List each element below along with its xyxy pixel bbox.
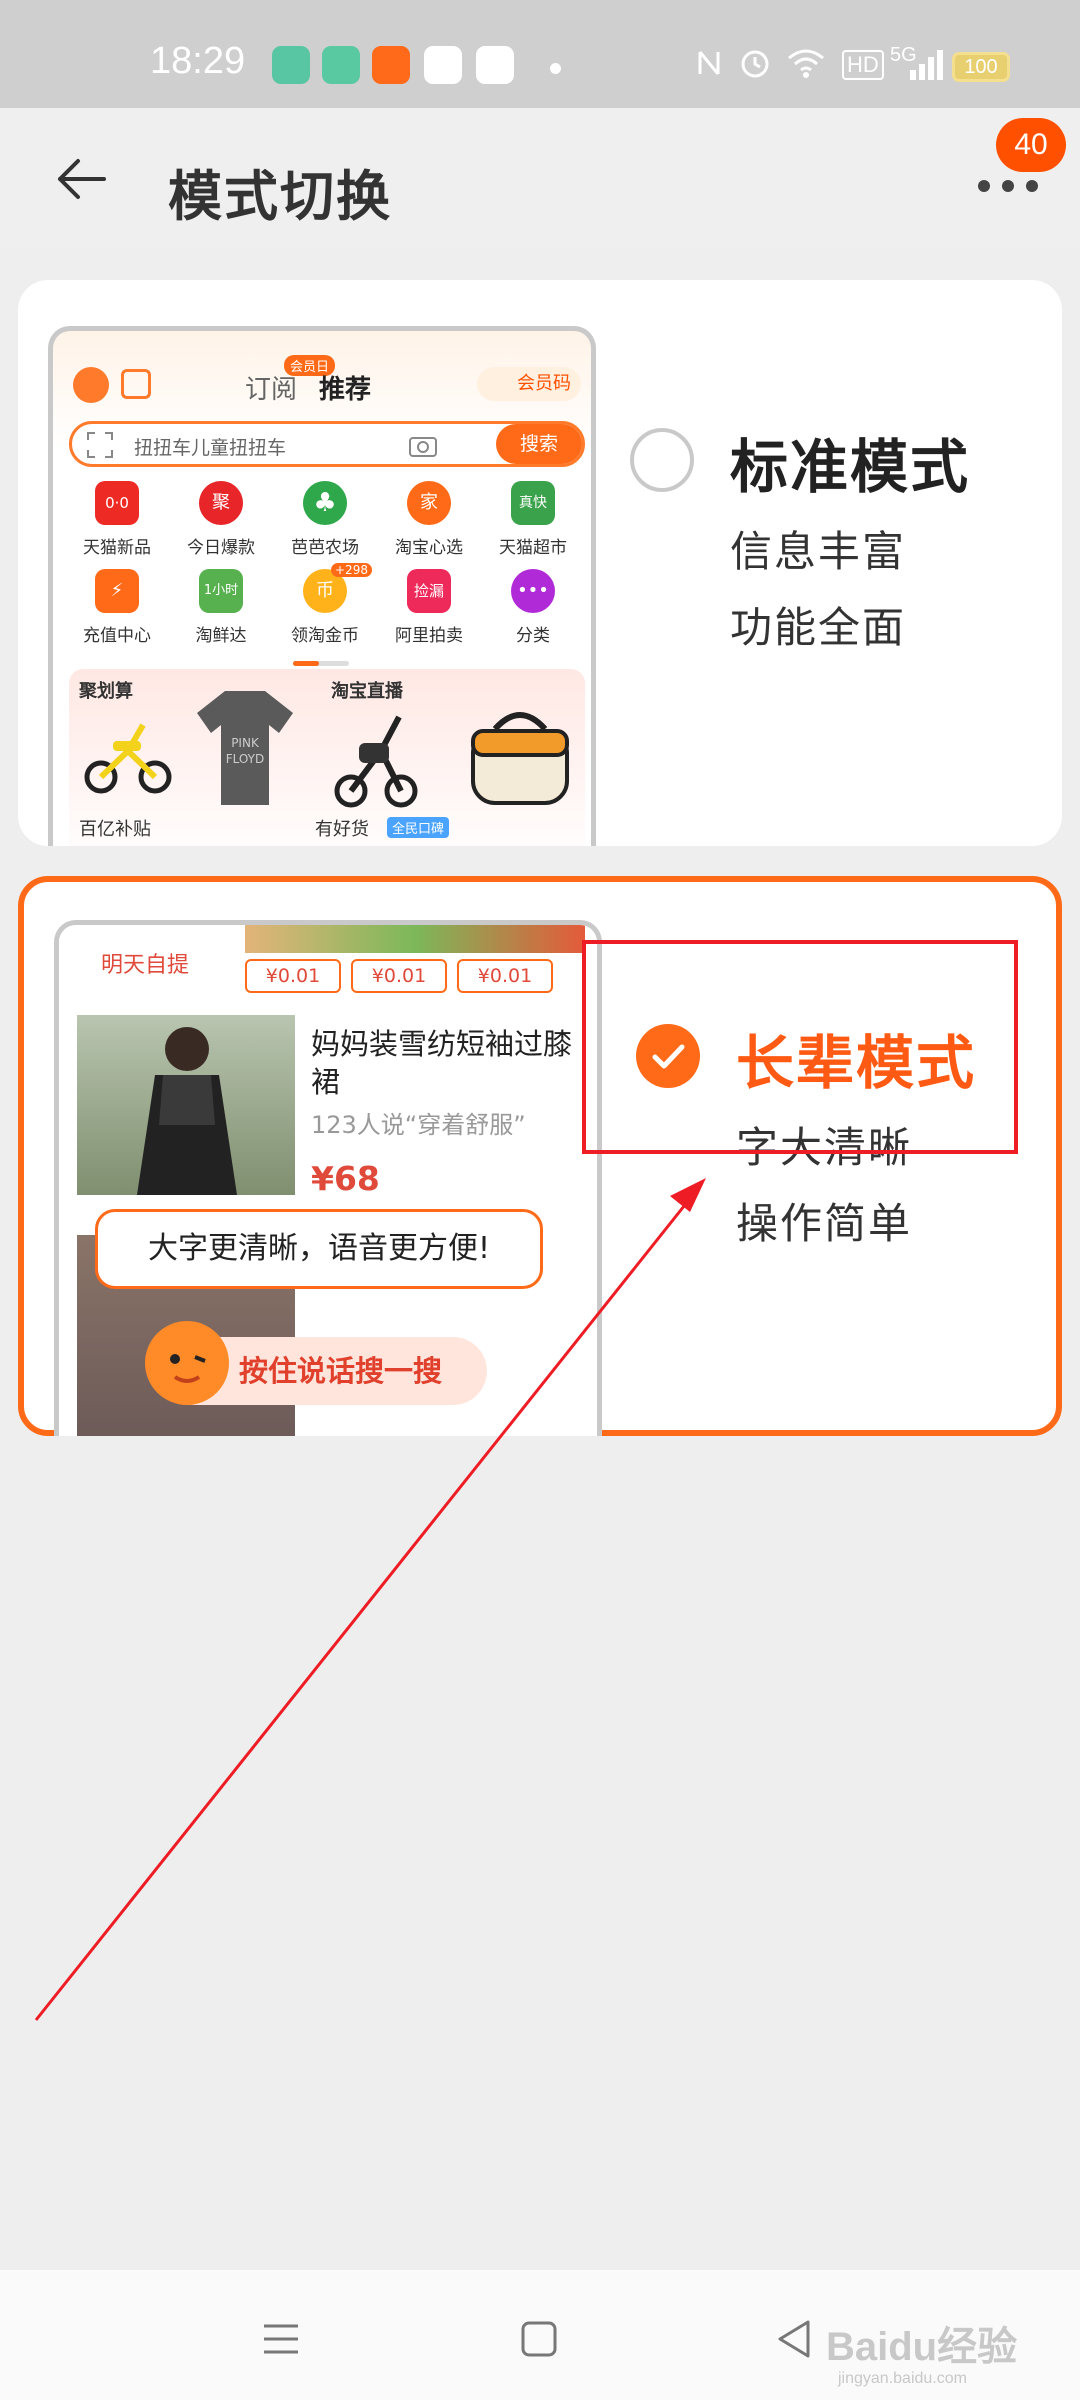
auction-icon: 捡漏 — [407, 569, 451, 613]
uc-browser-icon — [372, 46, 410, 84]
handbag-icon — [471, 712, 569, 805]
more-notifications-dot — [550, 63, 561, 74]
search-button: 搜索 — [496, 424, 582, 464]
standard-mode-radio[interactable] — [630, 428, 694, 492]
page-header: 模式切换 40 — [0, 108, 1080, 248]
preview-top-bar: 订阅 会员日 推荐 会员码 — [69, 355, 585, 411]
scan-icon — [87, 432, 113, 458]
preview-search-bar: 扭扭车儿童扭扭车 搜索 — [69, 421, 585, 467]
coin-bonus-badge: +298 — [331, 563, 372, 577]
elder-mode-preview: 明天自提 ¥0.01 ¥0.01 ¥0.01 妈妈装雪纺短袖过膝裙 123人说“… — [54, 920, 602, 1436]
search-placeholder: 扭扭车儿童扭扭车 — [134, 437, 287, 459]
product-price: ¥68 — [311, 1159, 380, 1198]
hd-label: HD — [842, 50, 884, 80]
share-icon — [121, 369, 151, 399]
annotation-highlight-box — [582, 940, 1018, 1154]
tricycle-icon — [84, 723, 172, 794]
speech-bubble: 大字更清晰，语音更方便! — [95, 1209, 543, 1289]
grid-page-indicator — [293, 661, 349, 666]
stroller-icon — [334, 715, 418, 808]
standard-mode-desc-1: 信息丰富 — [730, 527, 907, 576]
shortcut-item: 真快 天猫超市 — [481, 481, 585, 569]
price-tag: ¥0.01 — [245, 959, 341, 993]
status-time: 18:29 — [150, 40, 246, 82]
preview-feed: 聚划算 淘宝直播 PINK FLOYD 百亿补贴 有好货 全民口碑 — [69, 669, 585, 846]
battery-indicator: 100 — [952, 52, 1010, 82]
svg-text:FLOYD: FLOYD — [226, 752, 265, 766]
feed-good-goods: 有好货 — [315, 819, 369, 840]
dress-model-image — [137, 1027, 237, 1195]
feed-juhuasuan: 聚划算 — [79, 681, 133, 702]
shortcut-item: 币领淘金币 +298 — [273, 563, 377, 657]
elder-mode-desc-2: 操作简单 — [736, 1199, 913, 1248]
shortcut-item: 家淘宝心选 — [377, 481, 481, 569]
alarm-icon — [741, 50, 769, 78]
product-name: 妈妈装雪纺短袖过膝裙 — [311, 1027, 573, 1099]
shortcut-item: 聚今日爆款 — [169, 481, 273, 569]
standard-mode-card[interactable]: 订阅 会员日 推荐 会员码 扭扭车儿童扭扭车 搜索 0·0 天猫新品 聚今日爆款 … — [18, 280, 1062, 846]
produce-strip — [245, 925, 585, 953]
standard-mode-desc-2: 功能全面 — [730, 603, 907, 652]
category-icon: ••• — [511, 569, 555, 613]
farm-tree-icon: ♣ — [303, 481, 347, 525]
tab-recommend: 推荐 — [319, 375, 372, 405]
tshirt-icon: PINK FLOYD — [197, 691, 293, 805]
tmall-new-icon: 0·0 — [95, 481, 139, 525]
price-tag: ¥0.01 — [457, 959, 553, 993]
camera-icon — [409, 437, 437, 457]
svg-text:PINK: PINK — [231, 736, 260, 750]
grid-page-indicator-active — [293, 661, 319, 666]
price-tag: ¥0.01 — [351, 959, 447, 993]
recharge-icon: ⚡ — [95, 569, 139, 613]
baidu-watermark: Baidu经验 — [826, 2325, 1018, 2369]
signal-icon — [910, 50, 943, 80]
tmall-supermarket-icon: 真快 — [511, 481, 555, 525]
wifi-icon — [788, 49, 824, 78]
telegram-icon — [476, 46, 514, 84]
pickup-label: 明天自提 — [101, 953, 190, 978]
standard-mode-preview: 订阅 会员日 推荐 会员码 扭扭车儿童扭扭车 搜索 0·0 天猫新品 聚今日爆款 … — [48, 326, 596, 846]
square-home-icon[interactable] — [514, 2314, 564, 2364]
feed-taobao-live: 淘宝直播 — [331, 681, 403, 702]
app-notification-icon — [272, 46, 310, 84]
shortcut-item: ⚡ 充值中心 — [65, 569, 169, 657]
triangle-back-icon[interactable] — [770, 2314, 820, 2364]
mascot-icon — [145, 1321, 229, 1405]
page-title: 模式切换 — [168, 165, 392, 228]
shortcut-item: ♣ 芭芭农场 — [273, 481, 377, 569]
fresh-basket-icon: 1小时 — [199, 569, 243, 613]
network-tag: 全民口碑 — [387, 817, 450, 838]
standard-mode-title: 标准模式 — [730, 433, 971, 501]
system-nav-bar: Baidu经验 jingyan.baidu.com — [0, 2270, 1080, 2400]
status-bar: 18:29 HD 5G 100 — [0, 0, 1080, 108]
message-count-badge: 40 — [996, 118, 1066, 172]
preview-shortcut-grid: 0·0 天猫新品 聚今日爆款 ♣ 芭芭农场 家淘宝心选 真快 天猫超市 ⚡ 充值中心 1… — [65, 481, 589, 657]
member-code-button: 会员码 — [477, 367, 581, 401]
shortcut-item: 1小时 淘鲜达 — [169, 569, 273, 657]
baidu-watermark-url: jingyan.baidu.com — [838, 2370, 967, 2387]
juhuasuan-icon: 聚 — [199, 481, 243, 525]
shortcut-item: 0·0 天猫新品 — [65, 481, 169, 569]
nfc-icon — [698, 51, 720, 75]
preview-pickup-bar: 明天自提 ¥0.01 ¥0.01 ¥0.01 — [59, 925, 597, 1001]
feed-subsidy: 百亿补贴 — [79, 819, 151, 840]
app-notification-icon — [322, 46, 360, 84]
arrow-left-icon[interactable] — [52, 152, 112, 206]
product-image — [77, 1015, 295, 1195]
app-notification-icon — [424, 46, 462, 84]
shortcut-item: ••• 分类 — [481, 569, 585, 657]
home-select-icon: 家 — [407, 481, 451, 525]
menu-icon[interactable] — [256, 2314, 306, 2364]
product-review: 123人说“穿着舒服” — [311, 1111, 526, 1139]
shortcut-item: 捡漏 阿里拍卖 — [377, 569, 481, 657]
avatar — [73, 367, 109, 403]
